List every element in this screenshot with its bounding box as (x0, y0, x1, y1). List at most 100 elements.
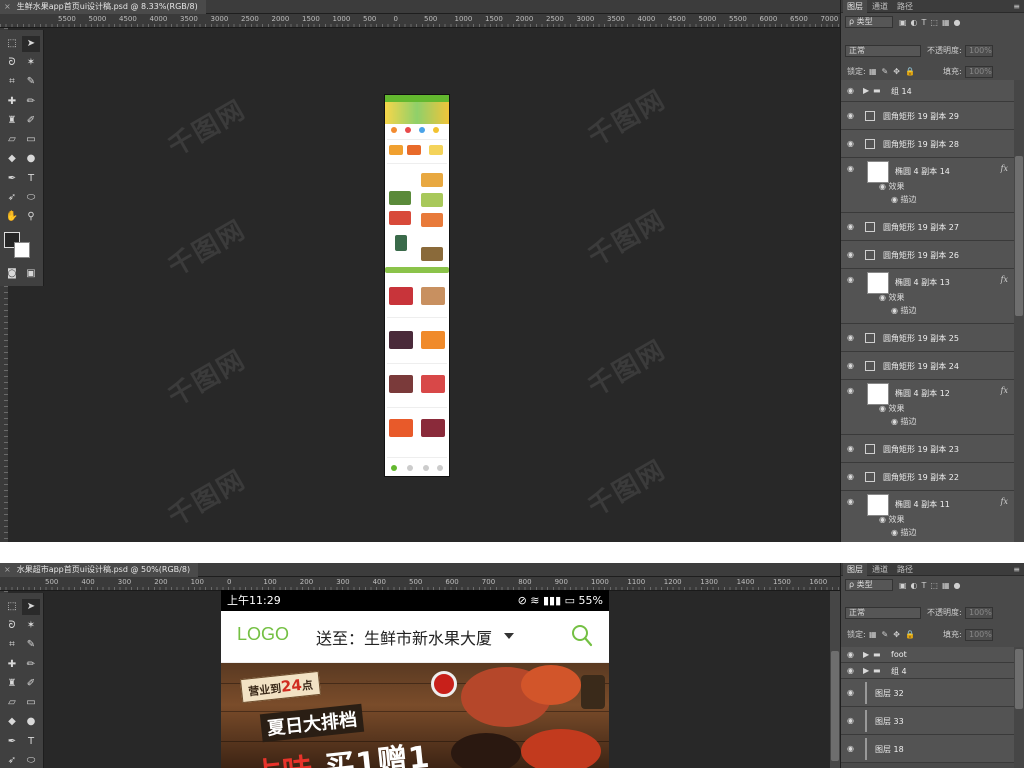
layer-row[interactable]: ◉ 圆角矩形 19 副本 23 (841, 435, 1014, 463)
eyedropper-tool-icon[interactable]: ✎ (22, 74, 40, 90)
fill-input[interactable]: 100% (965, 66, 993, 78)
fx-icon[interactable]: fx (1001, 275, 1008, 284)
zoom-tool-icon[interactable]: ⚲ (22, 209, 40, 225)
layer-filter-select[interactable]: ρ 类型 (845, 16, 893, 28)
document-tab[interactable]: × 生鲜水果app首页ui设计稿.psd @ 8.33%(RGB/8) (0, 0, 206, 14)
pen-tool-icon[interactable]: ✒ (3, 734, 21, 750)
document-tab[interactable]: × 水果超市app首页ui设计稿.psd @ 50%(RGB/8) (0, 563, 199, 577)
tab-layers[interactable]: 图层 (843, 563, 867, 576)
path-select-tool-icon[interactable]: ➶ (3, 753, 21, 768)
eye-icon[interactable]: ◉ (847, 716, 857, 725)
stroke-effect-label[interactable]: ◉ 描边 (891, 305, 917, 316)
marquee-tool-icon[interactable]: ⬚ (3, 599, 21, 615)
expand-arrow-icon[interactable]: ▶ (863, 86, 873, 95)
layer-row[interactable]: ◉ 椭圆 4 副本 13 fx ◉ 效果 ◉ 描边 (841, 269, 1014, 324)
history-brush-tool-icon[interactable]: ✐ (22, 113, 40, 129)
quick-mask-icon[interactable]: ◙ (3, 266, 21, 282)
magic-wand-tool-icon[interactable]: ✶ (22, 618, 40, 634)
layer-row[interactable]: ◉ 圆角矩形 19 副本 26 (841, 241, 1014, 269)
move-tool-icon[interactable]: ➤ (22, 36, 40, 52)
eye-icon[interactable]: ◉ (847, 164, 857, 173)
pen-tool-icon[interactable]: ✒ (3, 171, 21, 187)
layer-row[interactable]: ◉ 图层 18 (841, 735, 1014, 763)
crop-tool-icon[interactable]: ⌗ (3, 74, 21, 90)
horizontal-ruler[interactable]: 500 400 300 200 100 0 100 200 300 400 500 600 700 800… (0, 577, 840, 591)
ellipse-tool-icon[interactable]: ⬭ (22, 753, 40, 768)
horizontal-ruler[interactable]: 5500 5000 4500 4000 3500 3000 2500 2000 1500 1000… (0, 14, 840, 28)
artboard-preview[interactable] (385, 95, 449, 476)
hand-tool-icon[interactable]: ✋ (3, 209, 21, 225)
background-color-swatch[interactable] (14, 242, 30, 258)
dodge-tool-icon[interactable]: ● (22, 714, 40, 730)
gradient-tool-icon[interactable]: ▭ (22, 132, 40, 148)
type-tool-icon[interactable]: T (22, 734, 40, 750)
screen-mode-icon[interactable]: ▣ (22, 266, 40, 282)
lock-icons[interactable]: ▦✎✥🔒 (869, 628, 929, 641)
filter-icons[interactable]: ▣◐T⬚▦● (899, 16, 1009, 29)
layer-row[interactable]: ◉ 圆角矩形 19 副本 28 (841, 130, 1014, 158)
layer-row[interactable]: ◉ 圆角矩形 19 副本 29 (841, 102, 1014, 130)
eye-icon[interactable]: ◉ (847, 333, 857, 342)
layer-row[interactable]: ◉ 图层 33 (841, 707, 1014, 735)
panel-menu-icon[interactable]: ≡ (1013, 0, 1020, 13)
path-select-tool-icon[interactable]: ➶ (3, 190, 21, 206)
hero-banner[interactable]: 营业到24点 夏日大排档 占味 买1赠1 (221, 663, 609, 768)
layer-row[interactable]: ◉ 圆角矩形 19 副本 22 (841, 463, 1014, 491)
eraser-tool-icon[interactable]: ▱ (3, 695, 21, 711)
gradient-tool-icon[interactable]: ▭ (22, 695, 40, 711)
stamp-tool-icon[interactable]: ♜ (3, 113, 21, 129)
layer-filter-select[interactable]: ρ 类型 (845, 579, 893, 591)
blur-tool-icon[interactable]: ◆ (3, 714, 21, 730)
eye-icon[interactable]: ◉ (847, 497, 857, 506)
ellipse-tool-icon[interactable]: ⬭ (22, 190, 40, 206)
tab-layers[interactable]: 图层 (843, 0, 867, 13)
crop-tool-icon[interactable]: ⌗ (3, 637, 21, 653)
opacity-input[interactable]: 100% (965, 45, 993, 57)
chevron-down-icon[interactable] (504, 633, 514, 639)
layer-row[interactable]: ◉ 圆角矩形 19 副本 27 (841, 213, 1014, 241)
effects-label[interactable]: ◉ 效果 (879, 292, 905, 303)
eraser-tool-icon[interactable]: ▱ (3, 132, 21, 148)
tab-channels[interactable]: 通道 (868, 0, 892, 13)
search-icon[interactable] (571, 624, 593, 648)
stroke-effect-label[interactable]: ◉ 描边 (891, 194, 917, 205)
blend-mode-select[interactable]: 正常 (845, 45, 921, 57)
fx-icon[interactable]: fx (1001, 164, 1008, 173)
layer-scrollbar[interactable] (1014, 80, 1024, 542)
eye-icon[interactable]: ◉ (847, 444, 857, 453)
eye-icon[interactable]: ◉ (847, 111, 857, 120)
layer-row[interactable]: ◉ ▶ ▬ 组 4 (841, 663, 1014, 679)
stroke-effect-label[interactable]: ◉ 描边 (891, 527, 917, 538)
eye-icon[interactable]: ◉ (847, 361, 857, 370)
effects-label[interactable]: ◉ 效果 (879, 514, 905, 525)
layer-row[interactable]: ◉ ▶ ▬ foot (841, 647, 1014, 663)
eye-icon[interactable]: ◉ (847, 386, 857, 395)
close-icon[interactable]: × (4, 2, 11, 11)
layer-row[interactable]: ◉ ▶ ▬ 组 14 (841, 80, 1014, 102)
canvas-scrollbar[interactable] (830, 591, 840, 768)
move-tool-icon[interactable]: ➤ (22, 599, 40, 615)
healing-brush-tool-icon[interactable]: ✚ (3, 657, 21, 673)
filter-icons[interactable]: ▣◐T⬚▦● (899, 579, 1009, 592)
eye-icon[interactable]: ◉ (847, 139, 857, 148)
close-icon[interactable]: × (4, 565, 11, 574)
tab-paths[interactable]: 路径 (893, 563, 917, 576)
lasso-tool-icon[interactable]: ᘐ (3, 618, 21, 634)
layer-row[interactable]: ◉ 椭圆 4 副本 11 fx ◉ 效果 ◉ 描边 (841, 491, 1014, 542)
opacity-input[interactable]: 100% (965, 607, 993, 619)
tab-channels[interactable]: 通道 (868, 563, 892, 576)
layer-scrollbar[interactable] (1014, 647, 1024, 768)
effects-label[interactable]: ◉ 效果 (879, 181, 905, 192)
eye-icon[interactable]: ◉ (847, 666, 857, 675)
layer-row[interactable]: ◉ 圆角矩形 19 副本 24 (841, 352, 1014, 380)
fx-icon[interactable]: fx (1001, 497, 1008, 506)
eye-icon[interactable]: ◉ (847, 275, 857, 284)
eye-icon[interactable]: ◉ (847, 86, 857, 95)
ship-to-location[interactable]: 送至：生鲜市新水果大厦 (316, 625, 492, 649)
eye-icon[interactable]: ◉ (847, 744, 857, 753)
eye-icon[interactable]: ◉ (847, 650, 857, 659)
fill-input[interactable]: 100% (965, 629, 993, 641)
lasso-tool-icon[interactable]: ᘐ (3, 55, 21, 71)
magic-wand-tool-icon[interactable]: ✶ (22, 55, 40, 71)
blend-mode-select[interactable]: 正常 (845, 607, 921, 619)
